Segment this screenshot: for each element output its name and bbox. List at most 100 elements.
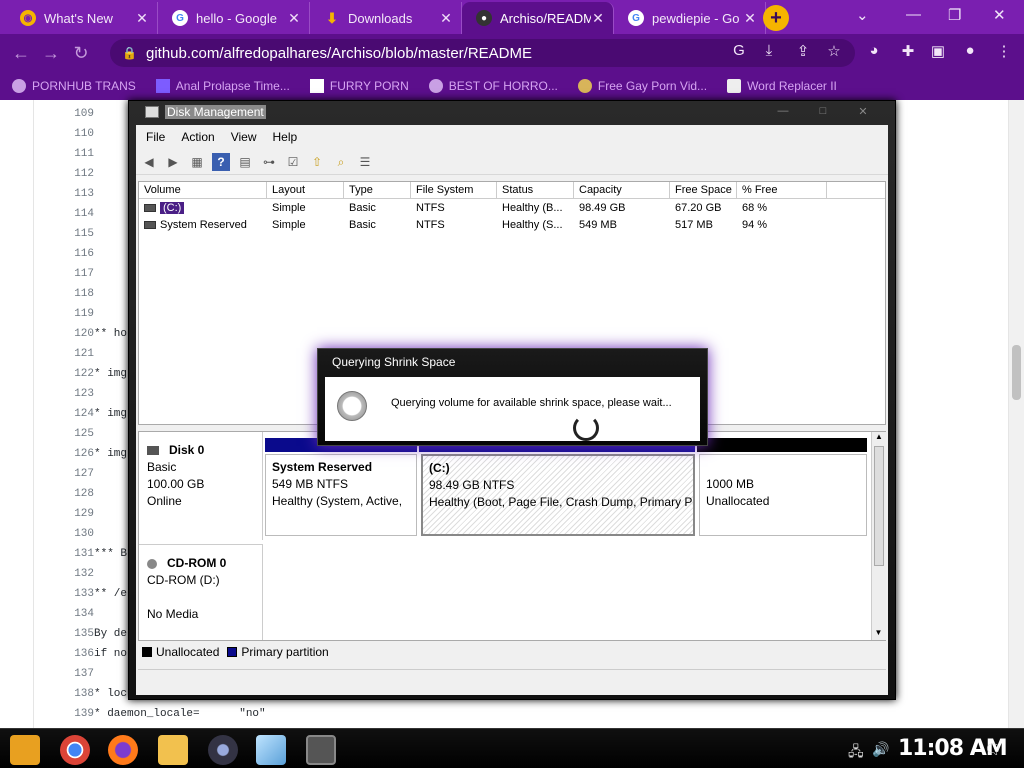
minimize-icon[interactable]: —	[906, 6, 921, 23]
chrome-taskbar-icon[interactable]	[60, 735, 90, 765]
file-explorer-icon[interactable]	[158, 735, 188, 765]
app-taskbar-icon[interactable]	[208, 735, 238, 765]
line-number[interactable]: 138	[54, 688, 94, 700]
line-number[interactable]: 135	[54, 628, 94, 640]
column-free-space[interactable]: Free Space	[670, 182, 737, 199]
line-number[interactable]: 118	[54, 288, 94, 300]
column-volume[interactable]: Volume	[139, 182, 267, 199]
column-status[interactable]: Status	[497, 182, 574, 199]
tab-downloads[interactable]: ⬇ Downloads ✕	[310, 2, 462, 34]
line-number[interactable]: 132	[54, 568, 94, 580]
scrollbar-thumb[interactable]	[1012, 345, 1021, 400]
side-panel-icon[interactable]: ▣	[928, 42, 948, 62]
show-hide-console-icon[interactable]: ▦	[188, 153, 206, 171]
notifications-icon[interactable]: 🗨	[984, 741, 1002, 758]
line-number[interactable]: 134	[54, 608, 94, 620]
column-capacity[interactable]: Capacity	[574, 182, 670, 199]
line-number[interactable]: 110	[54, 128, 94, 140]
line-number[interactable]: 137	[54, 668, 94, 680]
page-scrollbar[interactable]	[1009, 100, 1024, 728]
bookmark-item[interactable]: Word Replacer II	[727, 79, 837, 93]
profile-icon[interactable]: ●	[960, 42, 980, 62]
forward-arrow-icon[interactable]: ▶	[164, 153, 182, 171]
lock-icon[interactable]: 🔒	[122, 46, 140, 60]
install-icon[interactable]: ⤓	[759, 42, 779, 62]
line-number[interactable]: 127	[54, 468, 94, 480]
close-icon[interactable]: ✕	[591, 10, 605, 27]
properties-icon[interactable]: ▤	[236, 153, 254, 171]
bookmark-item[interactable]: Anal Prolapse Time...	[155, 79, 290, 93]
bookmark-item[interactable]: BEST OF HORRO...	[428, 79, 558, 93]
close-icon[interactable]: ✕	[287, 10, 301, 27]
line-number[interactable]: 112	[54, 168, 94, 180]
extension-avatar-icon[interactable]: ◕	[864, 42, 884, 62]
connect-icon[interactable]: ⊶	[260, 153, 278, 171]
back-arrow-icon[interactable]: ◀	[140, 153, 158, 171]
list-view-icon[interactable]: ☰	[356, 153, 374, 171]
bookmark-item[interactable]: FURRY PORN	[309, 79, 409, 93]
line-number[interactable]: 111	[54, 148, 94, 160]
menu-file[interactable]: File	[146, 130, 165, 144]
line-number[interactable]: 126	[54, 448, 94, 460]
close-icon[interactable]: ✕	[135, 10, 149, 27]
tab-search-icon[interactable]: ⌄	[856, 6, 869, 24]
disk0-label[interactable]: Disk 0 Basic 100.00 GB Online	[139, 432, 263, 540]
line-number[interactable]: 130	[54, 528, 94, 540]
network-icon[interactable]: 🖧	[848, 741, 864, 765]
scrollbar-thumb[interactable]	[874, 446, 884, 566]
bookmark-item[interactable]: Free Gay Porn Vid...	[577, 79, 707, 93]
line-number[interactable]: 109	[54, 108, 94, 120]
tab-whats-new[interactable]: ◉ What's New ✕	[6, 2, 158, 34]
google-lens-icon[interactable]: G	[729, 42, 749, 62]
line-number[interactable]: 131	[54, 548, 94, 560]
column-percent-free[interactable]: % Free	[737, 182, 827, 199]
volume-icon[interactable]: 🔊	[872, 741, 889, 758]
close-window-icon[interactable]: ✕	[993, 6, 1006, 24]
tab-pewdiepie-google[interactable]: G pewdiepie - Go ✕	[614, 2, 766, 34]
line-number[interactable]: 120	[54, 328, 94, 340]
back-icon[interactable]: ←	[6, 43, 36, 64]
column-type[interactable]: Type	[344, 182, 411, 199]
reload-icon[interactable]: ↻	[66, 43, 96, 64]
line-number[interactable]: 139	[54, 708, 94, 720]
graphical-scrollbar[interactable]: ▲ ▼	[871, 432, 886, 640]
partition-system-reserved[interactable]: System Reserved 549 MB NTFS Healthy (Sys…	[265, 454, 417, 536]
extensions-icon[interactable]: ✚	[898, 42, 918, 62]
menu-action[interactable]: Action	[181, 130, 214, 144]
line-number[interactable]: 128	[54, 488, 94, 500]
restore-icon[interactable]: ❐	[948, 6, 961, 24]
line-number[interactable]: 119	[54, 308, 94, 320]
column-file-system[interactable]: File System	[411, 182, 497, 199]
line-number[interactable]: 121	[54, 348, 94, 360]
line-number[interactable]: 125	[54, 428, 94, 440]
close-button[interactable]: ✕	[845, 105, 881, 121]
firefox-taskbar-icon[interactable]	[108, 735, 138, 765]
line-number[interactable]: 113	[54, 188, 94, 200]
bookmark-item[interactable]: PORNHUB TRANS	[12, 79, 136, 93]
tab-hello-google[interactable]: G hello - Google ✕	[158, 2, 310, 34]
maximize-button[interactable]: □	[805, 105, 841, 121]
minimize-button[interactable]: —	[765, 105, 801, 121]
partition-unallocated[interactable]: 1000 MB Unallocated	[699, 454, 867, 536]
bookmark-star-icon[interactable]: ☆	[824, 42, 844, 62]
cdrom-label[interactable]: CD-ROM 0 CD-ROM (D:) No Media	[139, 544, 263, 640]
line-number[interactable]: 123	[54, 388, 94, 400]
line-number[interactable]: 133	[54, 588, 94, 600]
menu-view[interactable]: View	[231, 130, 257, 144]
line-number[interactable]: 115	[54, 228, 94, 240]
line-number[interactable]: 122	[54, 368, 94, 380]
start-button-icon[interactable]	[10, 735, 40, 765]
check-icon[interactable]: ☑	[284, 153, 302, 171]
share-icon[interactable]: ⇪	[793, 42, 813, 62]
line-number[interactable]: 124	[54, 408, 94, 420]
tab-archiso-readme[interactable]: ● Archiso/READM ✕	[462, 2, 614, 34]
help-icon[interactable]: ?	[212, 152, 230, 171]
scroll-down-icon[interactable]: ▼	[872, 628, 885, 640]
folder-up-icon[interactable]: ⇧	[308, 153, 326, 171]
forward-icon[interactable]: →	[36, 43, 66, 64]
new-tab-button[interactable]: +	[763, 5, 789, 31]
close-icon[interactable]: ✕	[743, 10, 757, 27]
menu-help[interactable]: Help	[273, 130, 298, 144]
volume-row[interactable]: (C:) Simple Basic NTFS Healthy (B... 98.…	[139, 200, 885, 217]
line-number[interactable]: 129	[54, 508, 94, 520]
